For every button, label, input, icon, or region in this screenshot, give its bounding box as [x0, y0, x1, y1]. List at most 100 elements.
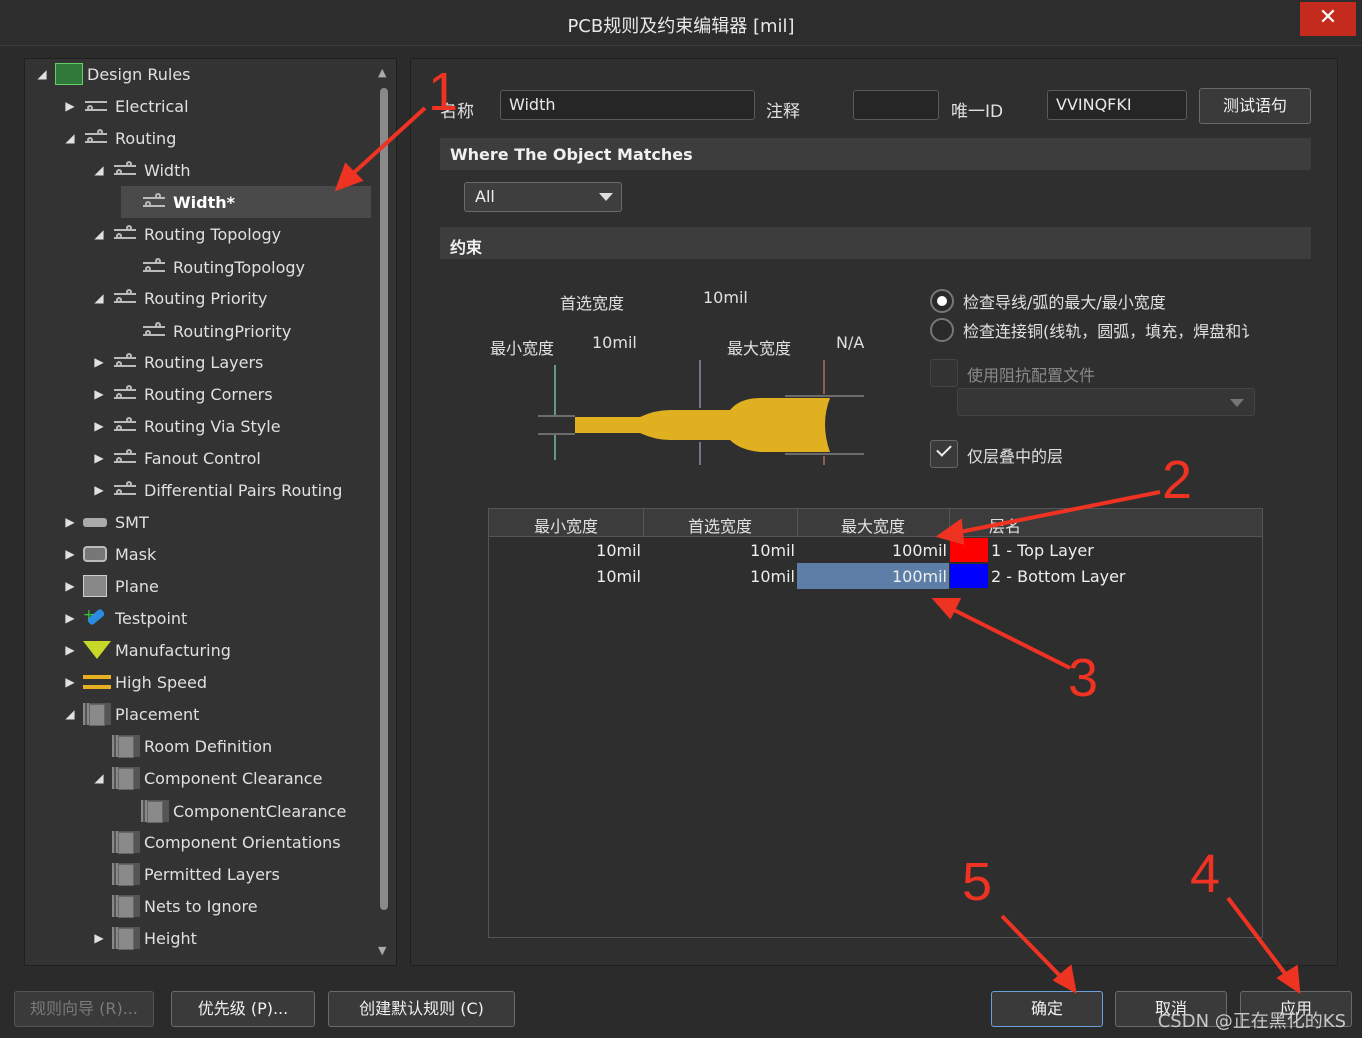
cell-max-width[interactable]: 100mil	[797, 541, 947, 560]
name-field[interactable]: Width	[500, 90, 755, 120]
priorities-button[interactable]: 优先级 (P)...	[171, 991, 315, 1027]
tree-item-routing-topology[interactable]: ◢ Routing Topology	[92, 218, 281, 250]
tree-item-routing-priority[interactable]: ◢ Routing Priority	[92, 282, 267, 314]
expand-arrow-icon[interactable]: ◢	[63, 707, 77, 721]
name-label: 名称	[440, 102, 474, 122]
expand-arrow-icon[interactable]: ▶	[63, 643, 77, 657]
impedance-label: 使用阻抗配置文件	[967, 366, 1096, 385]
rule-wizard-button[interactable]: 规则向导 (R)...	[14, 991, 154, 1027]
tree-item-routing-topology-rule[interactable]: RoutingTopology	[121, 251, 305, 283]
tree-item-label: Height	[144, 928, 197, 948]
close-button[interactable]: ✕	[1300, 2, 1356, 36]
tree-item-routing-layers[interactable]: ▶ Routing Layers	[92, 346, 263, 378]
min-width-value[interactable]: 10mil	[592, 333, 637, 352]
layer-color-swatch	[950, 564, 988, 588]
check-copper-width-radio[interactable]	[930, 318, 954, 342]
uid-field[interactable]: VVINQFKI	[1047, 90, 1187, 120]
column-header-layer[interactable]: 层名	[989, 513, 1049, 537]
cell-min-width[interactable]: 10mil	[489, 541, 641, 560]
tree-item-high-speed[interactable]: ▶ High Speed	[63, 666, 207, 698]
max-width-value[interactable]: N/A	[836, 333, 864, 352]
expand-arrow-icon[interactable]: ▶	[63, 99, 77, 113]
tree-item-component-orientations[interactable]: Component Orientations	[92, 826, 341, 858]
tree-item-mask[interactable]: ▶ Mask	[63, 538, 156, 570]
scroll-up-icon[interactable]: ▲	[378, 66, 386, 79]
expand-arrow-icon[interactable]: ▶	[92, 451, 106, 465]
tree-item-label: RoutingTopology	[173, 257, 305, 277]
chip-icon	[83, 703, 111, 726]
column-header-preferred-width[interactable]: 首选宽度	[643, 513, 797, 537]
expand-arrow-icon[interactable]: ◢	[92, 771, 106, 785]
preferred-width-label: 首选宽度	[560, 294, 625, 313]
expand-arrow-icon[interactable]: ▶	[63, 611, 77, 625]
rules-tree[interactable]: ◢ Design Rules ▶ Electrical ◢ Routing ◢ …	[24, 58, 397, 966]
tree-item-width[interactable]: ◢ Width	[92, 154, 190, 186]
tree-item-component-clearance-rule[interactable]: ComponentClearance	[121, 795, 346, 827]
column-header-min-width[interactable]: 最小宽度	[489, 513, 643, 537]
ok-button[interactable]: 确定	[991, 991, 1103, 1027]
expand-arrow-icon[interactable]: ◢	[35, 67, 49, 81]
stack-layers-only-label: 仅层叠中的层	[967, 447, 1064, 466]
max-width-label: 最大宽度	[727, 339, 792, 358]
stack-layers-only-checkbox[interactable]	[930, 440, 958, 468]
impedance-checkbox[interactable]	[930, 359, 958, 387]
cell-max-width[interactable]: 100mil	[797, 567, 947, 586]
tree-item-nets-to-ignore[interactable]: Nets to Ignore	[92, 890, 258, 922]
tree-item-component-clearance[interactable]: ◢ Component Clearance	[92, 762, 322, 794]
impedance-profile-dropdown[interactable]	[957, 388, 1255, 416]
tree-item-label: SMT	[115, 512, 149, 532]
expand-arrow-icon[interactable]: ▶	[92, 419, 106, 433]
tree-item-fanout-control[interactable]: ▶ Fanout Control	[92, 442, 260, 474]
rule-icon	[112, 447, 140, 469]
column-header-max-width[interactable]: 最大宽度	[797, 513, 949, 537]
expand-arrow-icon[interactable]: ◢	[92, 291, 106, 305]
high-speed-icon	[83, 671, 111, 693]
tree-item-height[interactable]: ▶ Height	[92, 922, 197, 954]
expand-arrow-icon[interactable]: ▶	[92, 483, 106, 497]
tree-item-width-rule-selected[interactable]: Width*	[121, 186, 371, 218]
min-width-label: 最小宽度	[490, 339, 555, 358]
cell-preferred-width[interactable]: 10mil	[643, 567, 795, 586]
expand-arrow-icon[interactable]: ▶	[92, 387, 106, 401]
check-track-width-label: 检查导线/弧的最大/最小宽度	[963, 293, 1166, 312]
tree-item-manufacturing[interactable]: ▶ Manufacturing	[63, 634, 230, 666]
expand-arrow-icon[interactable]: ▶	[63, 675, 77, 689]
cell-preferred-width[interactable]: 10mil	[643, 541, 795, 560]
chevron-down-icon	[1230, 399, 1244, 407]
scope-dropdown[interactable]: All	[464, 182, 622, 212]
expand-arrow-icon[interactable]: ▶	[92, 931, 106, 945]
chip-icon	[112, 927, 140, 950]
test-query-button[interactable]: 测试语句	[1199, 88, 1311, 124]
cell-min-width[interactable]: 10mil	[489, 567, 641, 586]
tree-item-placement[interactable]: ◢ Placement	[63, 698, 199, 730]
expand-arrow-icon[interactable]: ◢	[92, 163, 106, 177]
tree-item-electrical[interactable]: ▶ Electrical	[63, 90, 189, 122]
expand-arrow-icon[interactable]: ◢	[92, 227, 106, 241]
tree-item-routing-corners[interactable]: ▶ Routing Corners	[92, 378, 272, 410]
uid-label: 唯一ID	[951, 102, 1004, 122]
check-track-width-radio[interactable]	[930, 289, 954, 313]
expand-arrow-icon[interactable]: ▶	[63, 579, 77, 593]
tree-item-routing-priority-rule[interactable]: RoutingPriority	[121, 315, 291, 347]
expand-arrow-icon[interactable]: ◢	[63, 131, 77, 145]
expand-arrow-icon[interactable]: ▶	[63, 515, 77, 529]
tree-item-label: Electrical	[115, 96, 189, 116]
tree-item-differential-pairs-routing[interactable]: ▶ Differential Pairs Routing	[92, 474, 342, 506]
comment-field[interactable]	[853, 90, 939, 120]
tree-item-design-rules[interactable]: ◢ Design Rules	[35, 59, 191, 90]
scroll-down-icon[interactable]: ▼	[378, 944, 386, 957]
tree-item-testpoint[interactable]: ▶ + Testpoint	[63, 602, 187, 634]
tree-item-smt[interactable]: ▶ SMT	[63, 506, 149, 538]
tree-item-routing[interactable]: ◢ Routing	[63, 122, 176, 154]
create-default-rules-button[interactable]: 创建默认规则 (C)	[328, 991, 515, 1027]
expand-arrow-icon[interactable]: ▶	[92, 355, 106, 369]
tree-item-routing-via-style[interactable]: ▶ Routing Via Style	[92, 410, 281, 442]
expand-arrow-icon[interactable]: ▶	[63, 547, 77, 561]
tree-item-room-definition[interactable]: Room Definition	[92, 730, 272, 762]
tree-item-label: Routing Via Style	[144, 416, 281, 436]
tree-item-label: RoutingPriority	[173, 321, 292, 341]
tree-item-plane[interactable]: ▶ Plane	[63, 570, 159, 602]
preferred-width-value[interactable]: 10mil	[703, 288, 748, 307]
tree-item-permitted-layers[interactable]: Permitted Layers	[92, 858, 280, 890]
tree-scrollbar[interactable]	[380, 88, 388, 910]
